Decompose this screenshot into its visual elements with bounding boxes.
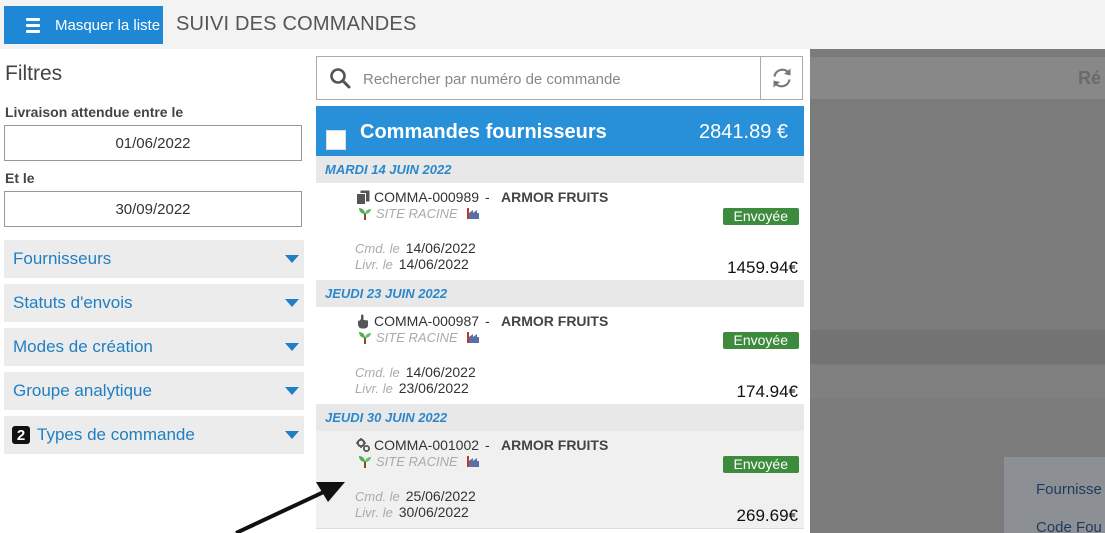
order-site: SITE RACINE <box>376 330 458 345</box>
status-badge: Envoyée <box>722 332 799 349</box>
order-site: SITE RACINE <box>376 454 458 469</box>
cmd-date-value: 14/06/2022 <box>405 240 476 256</box>
top-bar: Masquer la liste SUIVI DES COMMANDES <box>0 0 1105 49</box>
order-cmd-date: Cmd. le 14/06/2022 <box>355 364 476 380</box>
order-delivery-date: Livr. le 30/06/2022 <box>355 504 469 520</box>
detail-section-bar <box>810 330 1105 364</box>
order-separator: - <box>485 313 490 329</box>
filter-shipping-status-label: Statuts d'envois <box>13 293 133 312</box>
delivery-date-value: 23/06/2022 <box>398 380 469 396</box>
to-date-label: Et le <box>5 170 35 186</box>
filter-order-types[interactable]: 2 Types de commande <box>4 416 304 454</box>
order-row[interactable]: COMMA-001002 - ARMOR FRUITS SITE RACINE … <box>316 431 804 529</box>
filter-analytic-group-label: Groupe analytique <box>13 381 152 400</box>
search-box <box>316 56 803 101</box>
day-header: MARDI 14 JUIN 2022 <box>316 156 804 183</box>
from-date-label: Livraison attendue entre le <box>5 104 184 120</box>
filter-order-types-label: Types de commande <box>37 425 195 444</box>
orders-list-header: Commandes fournisseurs 2841.89 € <box>316 106 804 156</box>
detail-supplier-code-label: Code Fou <box>1036 519 1102 533</box>
order-supplier: ARMOR FRUITS <box>501 189 609 205</box>
orders-list: Commandes fournisseurs 2841.89 € MARDI 1… <box>316 106 804 533</box>
from-date-field[interactable]: 01/06/2022 <box>4 125 302 161</box>
hamburger-icon <box>26 17 40 33</box>
cmd-date-value: 25/06/2022 <box>405 488 476 504</box>
order-site: SITE RACINE <box>376 206 458 221</box>
cmd-date-label: Cmd. le <box>355 489 400 504</box>
order-separator: - <box>485 189 490 205</box>
orders-list-column: Commandes fournisseurs 2841.89 € MARDI 1… <box>310 49 810 533</box>
order-delivery-date: Livr. le 14/06/2022 <box>355 256 469 272</box>
filter-creation-modes[interactable]: Modes de création <box>4 328 304 366</box>
filter-suppliers-label: Fournisseurs <box>13 249 112 268</box>
order-row[interactable]: COMMA-000987 - ARMOR FRUITS SITE RACINE … <box>316 307 804 405</box>
sprout-icon <box>359 208 371 220</box>
filter-analytic-group[interactable]: Groupe analytique <box>4 372 304 410</box>
order-amount: 174.94€ <box>736 382 798 401</box>
order-amount: 269.69€ <box>736 506 798 525</box>
order-cmd-date: Cmd. le 14/06/2022 <box>355 240 476 256</box>
detail-section-bar <box>810 365 1105 398</box>
search-icon <box>330 68 351 89</box>
filter-shipping-status[interactable]: Statuts d'envois <box>4 284 304 322</box>
detail-supplier-label: Fournisse <box>1036 481 1102 498</box>
toggle-list-label: Masquer la liste <box>55 16 161 34</box>
factory-icon <box>467 456 479 467</box>
gears-icon <box>356 438 370 452</box>
caret-down-icon <box>285 387 299 395</box>
to-date-field[interactable]: 30/09/2022 <box>4 191 302 227</box>
delivery-date-label: Livr. le <box>355 257 393 272</box>
order-delivery-date: Livr. le 23/06/2022 <box>355 380 469 396</box>
order-row[interactable]: COMMA-000989 - ARMOR FRUITS SITE RACINE … <box>316 183 804 281</box>
order-detail-panel: Ré Fournisse Code Fou <box>810 49 1105 533</box>
filter-suppliers[interactable]: Fournisseurs <box>4 240 304 278</box>
order-code: COMMA-000987 <box>374 313 480 329</box>
search-input[interactable] <box>361 57 759 101</box>
toggle-list-button[interactable]: Masquer la liste <box>4 6 163 44</box>
caret-down-icon <box>285 431 299 439</box>
order-supplier: ARMOR FRUITS <box>501 437 609 453</box>
detail-header-bar <box>810 57 1105 99</box>
filters-panel: Filtres Livraison attendue entre le 01/0… <box>0 49 315 533</box>
order-cmd-date: Cmd. le 25/06/2022 <box>355 488 476 504</box>
cmd-date-label: Cmd. le <box>355 365 400 380</box>
cmd-date-value: 14/06/2022 <box>405 364 476 380</box>
factory-icon <box>467 208 479 219</box>
delivery-date-value: 30/06/2022 <box>398 504 469 520</box>
caret-down-icon <box>285 343 299 351</box>
select-all-checkbox[interactable] <box>326 130 346 150</box>
filters-title: Filtres <box>5 62 63 85</box>
orders-list-title: Commandes fournisseurs <box>360 121 607 143</box>
caret-down-icon <box>285 255 299 263</box>
sprout-icon <box>359 332 371 344</box>
delivery-date-label: Livr. le <box>355 381 393 396</box>
day-header: JEUDI 23 JUIN 2022 <box>316 280 804 307</box>
page-title: SUIVI DES COMMANDES <box>176 13 417 35</box>
cmd-date-label: Cmd. le <box>355 241 400 256</box>
status-badge: Envoyée <box>722 208 799 225</box>
selected-count-badge: 2 <box>12 426 30 444</box>
caret-down-icon <box>285 299 299 307</box>
delivery-date-label: Livr. le <box>355 505 393 520</box>
day-header: JEUDI 30 JUIN 2022 <box>316 404 804 431</box>
order-amount: 1459.94€ <box>727 258 798 277</box>
delivery-date-value: 14/06/2022 <box>398 256 469 272</box>
hand-pointer-icon <box>358 314 368 329</box>
order-supplier: ARMOR FRUITS <box>501 313 609 329</box>
orders-total: 2841.89 € <box>699 121 788 143</box>
status-badge: Envoyée <box>722 456 799 473</box>
refresh-icon[interactable] <box>770 66 794 90</box>
factory-icon <box>467 332 479 343</box>
order-code: COMMA-001002 <box>374 437 480 453</box>
search-divider <box>760 57 761 99</box>
sprout-icon <box>359 456 371 468</box>
detail-header-text: Ré <box>1078 68 1102 88</box>
order-code: COMMA-000989 <box>374 189 480 205</box>
filter-creation-modes-label: Modes de création <box>13 337 153 356</box>
copy-icon <box>356 190 370 205</box>
order-separator: - <box>485 437 490 453</box>
